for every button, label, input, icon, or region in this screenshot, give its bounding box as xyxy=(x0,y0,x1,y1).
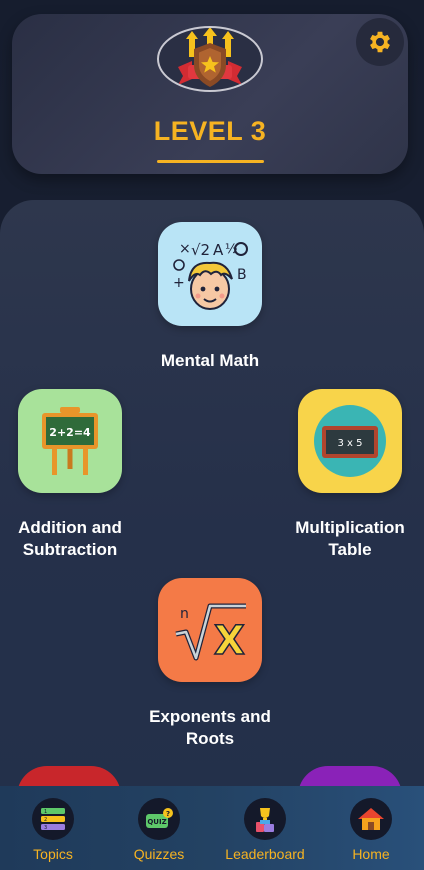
topic-label: Exponents and Roots xyxy=(149,707,271,748)
thinking-boy-icon: × √2 A ½ + B xyxy=(173,241,248,310)
svg-text:QUIZ: QUIZ xyxy=(147,818,166,826)
nav-leaderboard[interactable]: Leaderboard xyxy=(212,786,318,870)
svg-text:B: B xyxy=(237,267,247,283)
exponents-roots-tile[interactable]: n X xyxy=(158,578,262,682)
nav-icon-wrap: QUIZ ? xyxy=(138,798,180,840)
svg-text:2: 2 xyxy=(44,817,47,823)
nav-icon-wrap: 1 2 3 xyxy=(32,798,74,840)
nav-label: Home xyxy=(352,846,390,862)
topic-mental-math[interactable]: × √2 A ½ + B Mental Math xyxy=(135,222,285,372)
board-text: 3 x 5 xyxy=(338,438,363,449)
topic-multiplication-table[interactable]: 3 x 5 Multiplication Table xyxy=(275,389,424,561)
nav-label: Quizzes xyxy=(133,846,185,862)
level-title: LEVEL 3 xyxy=(153,116,267,146)
topic-label: Addition and Subtraction xyxy=(18,518,122,559)
topic-label: Multiplication Table xyxy=(295,518,405,559)
svg-text:3: 3 xyxy=(44,825,47,831)
nav-icon-wrap xyxy=(350,798,392,840)
addition-subtraction-tile[interactable]: 2+2=4 xyxy=(18,389,122,493)
bottom-nav: 1 2 3 Topics QUIZ ? Quizzes Leaderboard … xyxy=(0,786,424,870)
svg-text:?: ? xyxy=(166,810,170,818)
quiz-icon: QUIZ ? xyxy=(146,808,173,828)
nth-root-icon: n X xyxy=(175,603,246,665)
svg-text:√2: √2 xyxy=(191,241,210,259)
topic-exponents-roots[interactable]: n X Exponents and Roots xyxy=(135,578,285,750)
svg-text:n: n xyxy=(180,606,189,622)
blackboard-circle-icon: 3 x 5 xyxy=(314,405,386,477)
topic-label: Mental Math xyxy=(160,351,260,370)
multiplication-table-tile[interactable]: 3 x 5 xyxy=(298,389,402,493)
nav-topics[interactable]: 1 2 3 Topics xyxy=(0,786,106,870)
mental-math-tile[interactable]: × √2 A ½ + B xyxy=(158,222,262,326)
svg-text:A: A xyxy=(213,241,224,259)
rank-shield-icon xyxy=(178,28,242,87)
nav-icon-wrap xyxy=(244,798,286,840)
nav-home[interactable]: Home xyxy=(318,786,424,870)
svg-text:×: × xyxy=(179,241,191,257)
chalkboard-easel-icon: 2+2=4 xyxy=(42,407,98,475)
gear-icon xyxy=(370,31,390,53)
nav-label: Topics xyxy=(33,846,73,862)
topic-addition-subtraction[interactable]: 2+2=4 Addition and Subtraction xyxy=(0,389,145,561)
nav-quizzes[interactable]: QUIZ ? Quizzes xyxy=(106,786,212,870)
svg-text:1: 1 xyxy=(44,809,47,815)
svg-text:+: + xyxy=(173,275,185,291)
level-underline xyxy=(157,160,264,163)
topics-panel: × √2 A ½ + B Mental Math 2+2=4 Addition … xyxy=(0,200,424,806)
settings-button[interactable] xyxy=(356,18,404,66)
trophy-icon xyxy=(256,808,274,832)
svg-text:X: X xyxy=(214,618,245,664)
level-header-card: LEVEL 3 xyxy=(12,14,408,174)
list-icon: 1 2 3 xyxy=(41,808,65,831)
board-text: 2+2=4 xyxy=(49,426,91,439)
home-icon xyxy=(358,808,384,830)
nav-label: Leaderboard xyxy=(225,846,305,862)
level-badge xyxy=(157,26,263,92)
